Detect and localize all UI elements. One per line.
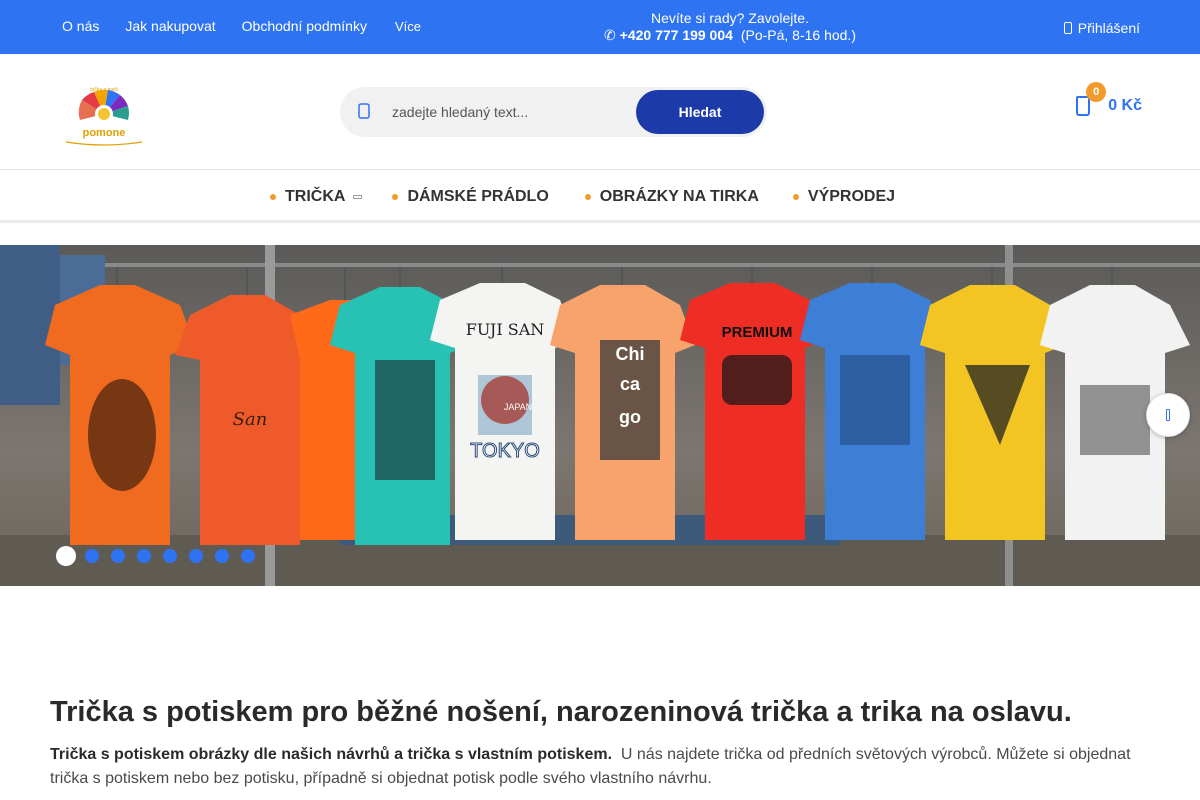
slider-dot-5[interactable] [163, 549, 177, 563]
intro-section: Trička s potiskem pro běžné nošení, naro… [50, 695, 1150, 791]
top-nav: O nás Jak nakupovat Obchodní podmínky ⋮ … [62, 18, 421, 330]
more-menu-button[interactable]: ⋮ Více [118, 18, 421, 330]
nav-label: OBRÁZKY NA TIRKA [599, 188, 759, 205]
slider-next-button[interactable] [1146, 393, 1190, 437]
phone-line: ✆ +420 777 199 004 (Po-Pá, 8-16 hod.) [560, 27, 900, 44]
slider-dots [56, 546, 267, 566]
phone-icon: ✆ [604, 27, 616, 43]
nav-item-obrazky[interactable]: OBRÁZKY NA TIRKA [584, 188, 759, 206]
opening-hours: (Po-Pá, 8-16 hod.) [740, 27, 856, 43]
svg-text:FUJI SAN: FUJI SAN [466, 320, 545, 339]
dropdown-icon [353, 195, 363, 199]
slider-dot-2[interactable] [85, 549, 99, 563]
intro-bold: Trička s potiskem obrázky dle našich náv… [50, 746, 613, 763]
header: trička a textil pomone Hledat 0 [0, 54, 1200, 170]
phone-number[interactable]: +420 777 199 004 [620, 27, 733, 43]
nav-item-damske-pradlo[interactable]: DÁMSKÉ PRÁDLO [392, 188, 549, 206]
cart-count-badge: 0 [1086, 82, 1107, 102]
nav-label: DÁMSKÉ PRÁDLO [407, 188, 549, 205]
bullet-icon [584, 194, 591, 200]
nav-item-tricka[interactable]: TRIČKA [270, 188, 363, 206]
svg-text:pomone: pomone [83, 127, 126, 139]
svg-text:TOKYO: TOKYO [470, 440, 540, 462]
main-nav: TRIČKA DÁMSKÉ PRÁDLO OBRÁZKY NA TIRKA VÝ… [0, 170, 1200, 223]
top-link-terms[interactable]: Obchodní podmínky [242, 18, 367, 34]
bullet-icon [792, 194, 799, 200]
search-icon [358, 103, 370, 119]
cart-icon: 0 [1076, 82, 1107, 116]
svg-text:PREMIUM: PREMIUM [722, 324, 793, 341]
call-box: Nevíte si rady? Zavolejte. ✆ +420 777 19… [560, 10, 900, 44]
top-link-about[interactable]: O nás [62, 18, 99, 34]
svg-text:San: San [233, 409, 268, 430]
user-icon [1063, 22, 1072, 34]
search-bar: Hledat [340, 87, 767, 137]
nav-item-vyprodej[interactable]: VÝPRODEJ [792, 188, 896, 206]
slider-dot-7[interactable] [215, 549, 229, 563]
nav-label: TRIČKA [285, 188, 346, 205]
nav-label: VÝPRODEJ [807, 188, 896, 205]
top-link-how-to-buy[interactable]: Jak nakupovat [125, 18, 215, 34]
slider-dot-6[interactable] [189, 549, 203, 563]
search-input[interactable] [392, 97, 632, 127]
search-button[interactable]: Hledat [636, 90, 764, 134]
slider-dot-4[interactable] [137, 549, 151, 563]
call-prompt: Nevíte si rady? Zavolejte. [651, 10, 809, 26]
bullet-icon [270, 194, 276, 200]
intro-paragraph: Trička s potiskem obrázky dle našich náv… [50, 743, 1150, 791]
top-bar: O nás Jak nakupovat Obchodní podmínky ⋮ … [0, 0, 1200, 330]
hero-image: San FUJI SAN JAPAN TOKYO Chi ca go PREMI… [0, 245, 1200, 586]
login-label: Přihlášení [1077, 20, 1140, 36]
page-title: Trička s potiskem pro běžné nošení, naro… [50, 696, 1072, 728]
login-button[interactable]: Přihlášení [1063, 20, 1140, 36]
svg-text:JAPAN: JAPAN [504, 402, 532, 412]
hero-slider[interactable]: San FUJI SAN JAPAN TOKYO Chi ca go PREMI… [0, 245, 1200, 586]
svg-text:Chi: Chi [616, 344, 645, 364]
cart-button[interactable]: 0 0 Kč [1076, 82, 1142, 116]
slider-dot-1[interactable] [56, 546, 76, 566]
cart-total: 0 Kč [1108, 97, 1142, 114]
bullet-icon [392, 194, 399, 200]
logo-graphic: trička a textil pomone [65, 87, 143, 146]
chevron-right-icon [1166, 409, 1170, 421]
site-logo[interactable]: trička a textil pomone [62, 82, 146, 146]
more-label: Více [394, 18, 421, 34]
slider-dot-8[interactable] [241, 549, 255, 563]
svg-text:go: go [619, 407, 641, 427]
slider-dot-3[interactable] [111, 549, 125, 563]
svg-text:ca: ca [620, 374, 641, 394]
